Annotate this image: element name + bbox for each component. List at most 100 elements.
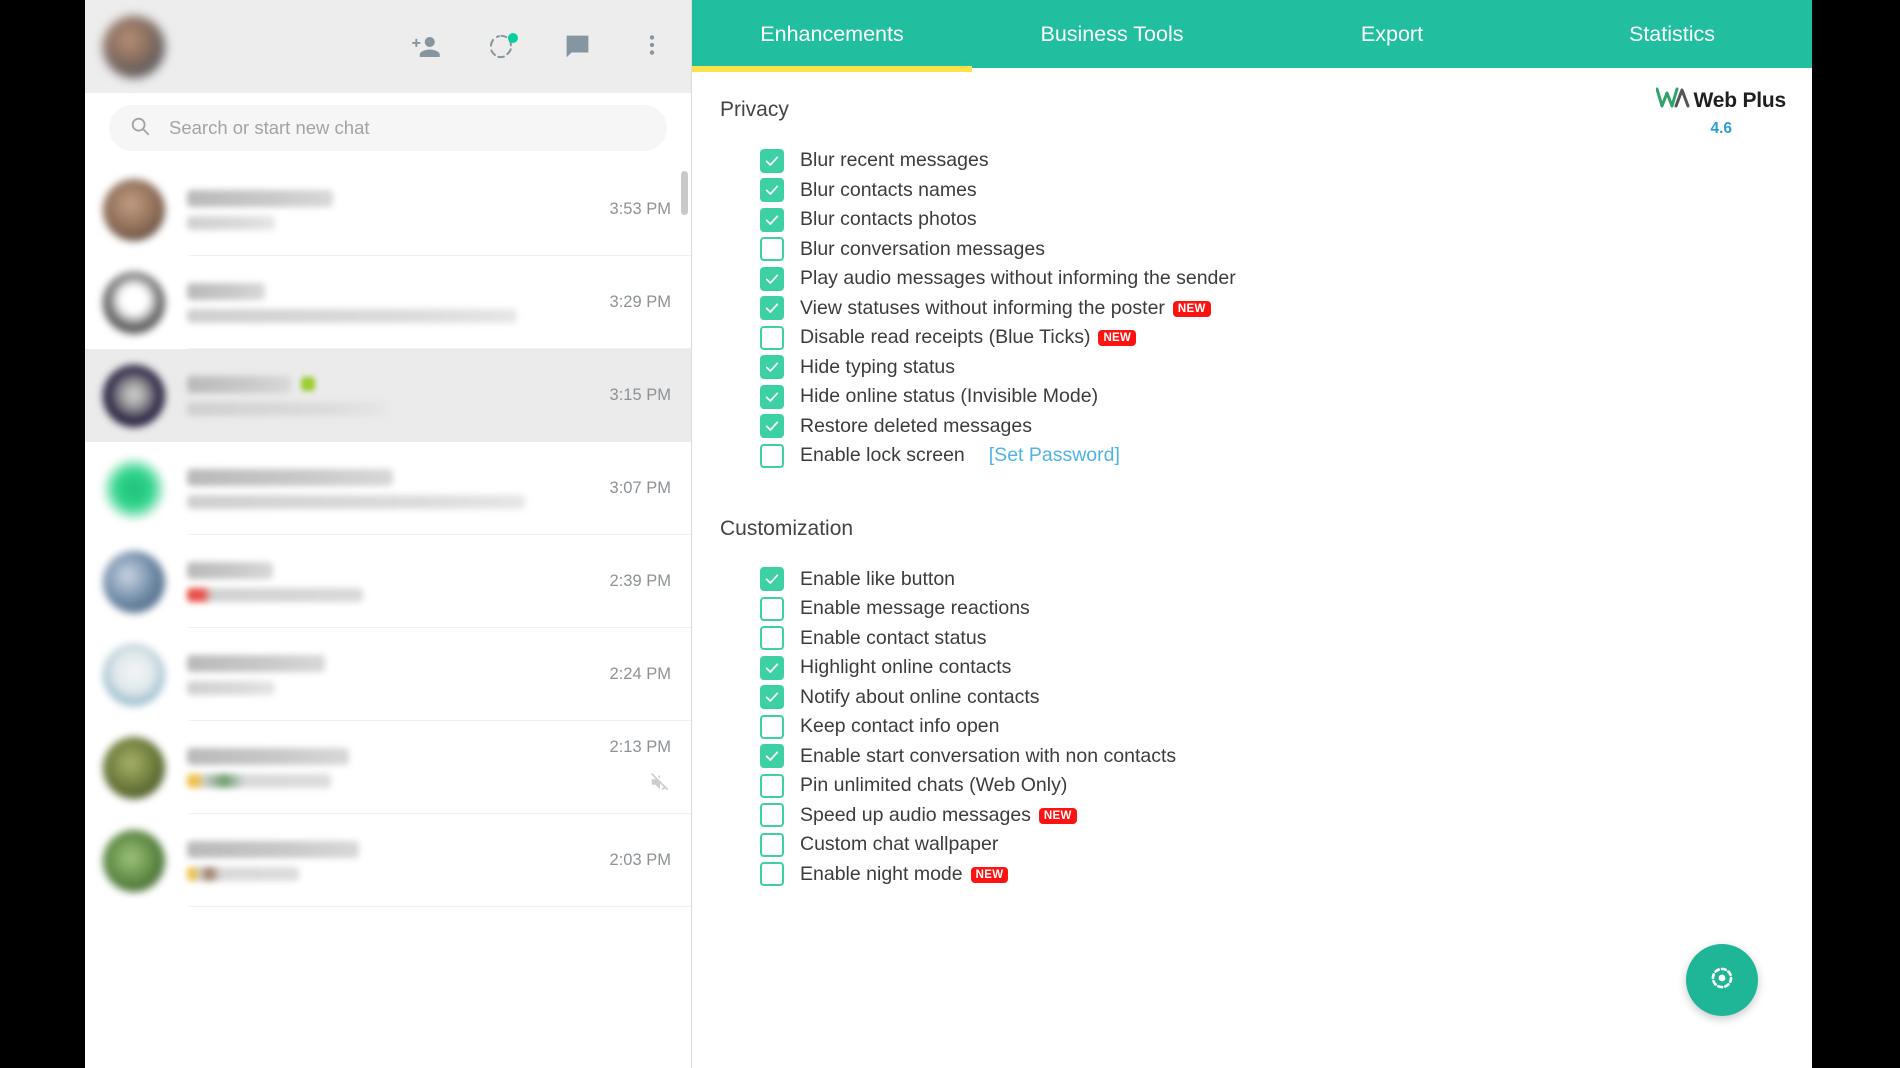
checkbox-disable-read-receipts-blue-ticks[interactable] <box>760 325 784 350</box>
chat-list[interactable]: 3:53 PM 3:29 PM 3:15 PM 3:07 PM 2:39 PM … <box>85 163 691 1068</box>
chat-preview <box>187 375 598 416</box>
option-enable-night-mode[interactable]: Enable night mode NEW <box>760 860 1812 890</box>
option-label: Pin unlimited chats (Web Only) <box>800 774 1068 797</box>
chat-list-item[interactable]: 3:29 PM <box>85 256 691 349</box>
option-custom-chat-wallpaper[interactable]: Custom chat wallpaper <box>760 830 1812 860</box>
app-frame: 3:53 PM 3:29 PM <box>85 0 1812 1068</box>
option-restore-deleted-messages[interactable]: Restore deleted messages <box>760 412 1812 442</box>
option-blur-contacts-names[interactable]: Blur contacts names <box>760 176 1812 206</box>
new-badge: NEW <box>1098 330 1137 347</box>
sidebar-header-actions <box>411 32 669 62</box>
option-disable-read-receipts-blue-ticks[interactable]: Disable read receipts (Blue Ticks) NEW <box>760 323 1812 353</box>
settings-fab-button[interactable] <box>1686 944 1758 1016</box>
checkbox-blur-contacts-photos[interactable] <box>760 207 784 232</box>
chat-meta: 3:15 PM <box>610 386 671 405</box>
checkbox-pin-unlimited-chats-web-only[interactable] <box>760 773 784 798</box>
option-blur-recent-messages[interactable]: Blur recent messages <box>760 146 1812 176</box>
add-person-icon[interactable] <box>411 32 441 62</box>
chat-list-item[interactable]: 3:15 PM <box>85 349 691 442</box>
option-label: Blur contacts names <box>800 178 977 201</box>
option-enable-like-button[interactable]: Enable like button <box>760 565 1812 595</box>
checkbox-blur-contacts-names[interactable] <box>760 178 784 203</box>
option-blur-conversation-messages[interactable]: Blur conversation messages <box>760 235 1812 265</box>
search-bar <box>85 93 691 163</box>
search-icon <box>129 115 151 142</box>
avatar <box>103 271 165 334</box>
chat-list-scrollbar[interactable] <box>681 171 688 215</box>
option-hide-typing-status[interactable]: Hide typing status <box>760 353 1812 383</box>
checkbox-hide-typing-status[interactable] <box>760 355 784 380</box>
avatar <box>103 178 165 241</box>
chat-list-item[interactable]: 2:03 PM <box>85 814 691 907</box>
chat-list-item[interactable]: 2:39 PM <box>85 535 691 628</box>
option-view-statuses-without-informing-the-poster[interactable]: View statuses without informing the post… <box>760 294 1812 324</box>
menu-dots-icon[interactable] <box>639 32 669 62</box>
option-label: Play audio messages without informing th… <box>800 267 1236 290</box>
option-hide-online-status-invisible-mode[interactable]: Hide online status (Invisible Mode) <box>760 382 1812 412</box>
chat-timestamp: 2:03 PM <box>609 851 671 869</box>
option-enable-lock-screen[interactable]: Enable lock screen [Set Password] <box>760 441 1812 471</box>
checkbox-highlight-online-contacts[interactable] <box>760 655 784 680</box>
avatar <box>103 829 165 892</box>
enhancements-panel: Web Plus 4.6 Privacy Blur recent message… <box>692 68 1812 1068</box>
option-keep-contact-info-open[interactable]: Keep contact info open <box>760 712 1812 742</box>
option-enable-contact-status[interactable]: Enable contact status <box>760 624 1812 654</box>
chat-list-item[interactable]: 2:24 PM <box>85 628 691 721</box>
chat-list-item[interactable]: 3:53 PM <box>85 163 691 256</box>
checkbox-enable-message-reactions[interactable] <box>760 596 784 621</box>
settings-panel: Enhancements Business Tools Export Stati… <box>692 0 1812 1068</box>
checkbox-play-audio-messages-without-informing-the-sender[interactable] <box>760 266 784 291</box>
status-ring-icon[interactable] <box>487 32 518 62</box>
checkbox-enable-like-button[interactable] <box>760 567 784 592</box>
chat-preview <box>187 189 598 230</box>
chat-meta: 2:13 PM <box>610 738 671 798</box>
option-enable-message-reactions[interactable]: Enable message reactions <box>760 594 1812 624</box>
option-blur-contacts-photos[interactable]: Blur contacts photos <box>760 205 1812 235</box>
checkbox-enable-contact-status[interactable] <box>760 626 784 651</box>
option-play-audio-messages-without-informing-the-sender[interactable]: Play audio messages without informing th… <box>760 264 1812 294</box>
checkbox-enable-lock-screen[interactable] <box>760 443 784 468</box>
new-badge: NEW <box>1172 300 1211 317</box>
checkbox-speed-up-audio-messages[interactable] <box>760 803 784 828</box>
checkbox-blur-conversation-messages[interactable] <box>760 237 784 262</box>
tab-export[interactable]: Export <box>1252 0 1532 68</box>
chat-meta: 2:39 PM <box>610 572 671 591</box>
chat-list-item[interactable]: 3:07 PM <box>85 442 691 535</box>
option-notify-about-online-contacts[interactable]: Notify about online contacts <box>760 683 1812 713</box>
search-input[interactable] <box>169 117 647 139</box>
tab-business-tools[interactable]: Business Tools <box>972 0 1252 68</box>
checkbox-keep-contact-info-open[interactable] <box>760 714 784 739</box>
profile-avatar[interactable] <box>103 15 165 78</box>
tab-enhancements[interactable]: Enhancements <box>692 0 972 72</box>
chat-preview <box>187 561 598 602</box>
option-enable-start-conversation-with-non-contacts[interactable]: Enable start conversation with non conta… <box>760 742 1812 772</box>
option-highlight-online-contacts[interactable]: Highlight online contacts <box>760 653 1812 683</box>
checkbox-notify-about-online-contacts[interactable] <box>760 685 784 710</box>
chat-timestamp: 3:29 PM <box>609 293 671 311</box>
new-badge: NEW <box>1038 807 1077 824</box>
checkbox-blur-recent-messages[interactable] <box>760 148 784 173</box>
set-password-link[interactable]: [Set Password] <box>989 444 1120 467</box>
chat-timestamp: 3:07 PM <box>609 479 671 497</box>
option-label: Highlight online contacts <box>800 656 1012 679</box>
chat-list-item[interactable]: 2:13 PM <box>85 721 691 814</box>
chat-preview <box>187 282 598 323</box>
option-speed-up-audio-messages[interactable]: Speed up audio messages NEW <box>760 801 1812 831</box>
chat-preview <box>187 840 598 881</box>
checkbox-custom-chat-wallpaper[interactable] <box>760 832 784 857</box>
checkbox-enable-night-mode[interactable] <box>760 862 784 887</box>
checkbox-restore-deleted-messages[interactable] <box>760 414 784 439</box>
option-pin-unlimited-chats-web-only[interactable]: Pin unlimited chats (Web Only) <box>760 771 1812 801</box>
checkbox-hide-online-status-invisible-mode[interactable] <box>760 384 784 409</box>
checkbox-view-statuses-without-informing-the-poster[interactable] <box>760 296 784 321</box>
new-chat-icon[interactable] <box>563 32 593 62</box>
option-label: Blur conversation messages <box>800 237 1045 260</box>
chat-meta: 3:07 PM <box>610 479 671 498</box>
tab-statistics[interactable]: Statistics <box>1532 0 1812 68</box>
search-box[interactable] <box>109 105 667 151</box>
brand-version: 4.6 <box>1710 120 1733 137</box>
avatar <box>103 736 165 799</box>
status-unread-dot <box>508 32 518 43</box>
checkbox-enable-start-conversation-with-non-contacts[interactable] <box>760 744 784 769</box>
option-label: Enable night mode NEW <box>800 863 1009 886</box>
